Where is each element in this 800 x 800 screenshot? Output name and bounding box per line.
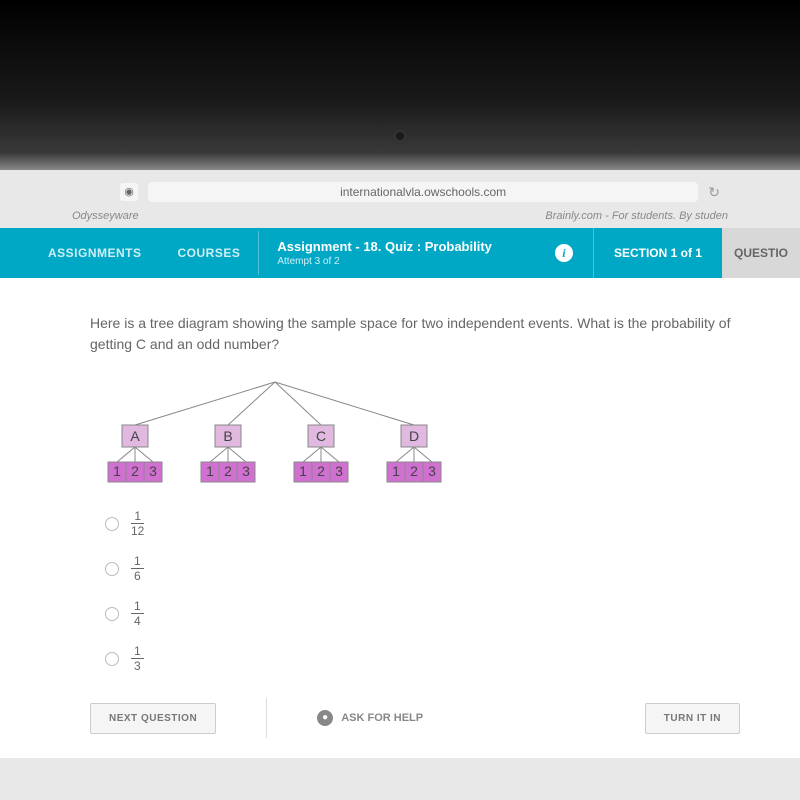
svg-text:B: B <box>223 428 232 444</box>
svg-text:A: A <box>130 428 140 444</box>
radio-icon[interactable] <box>105 652 119 666</box>
site-icon: ◉ <box>120 183 138 201</box>
svg-text:C: C <box>316 428 326 444</box>
divider <box>266 698 267 738</box>
assignment-title: Assignment - 18. Quiz : Probability <box>277 239 517 254</box>
option-4[interactable]: 13 <box>105 645 740 672</box>
question-text: Here is a tree diagram showing the sampl… <box>90 313 740 355</box>
fraction-label: 16 <box>131 555 144 582</box>
laptop-bezel <box>0 0 800 170</box>
camera-icon <box>394 130 406 142</box>
option-3[interactable]: 14 <box>105 600 740 627</box>
radio-icon[interactable] <box>105 517 119 531</box>
url-field[interactable]: internationalvla.owschools.com <box>148 182 698 202</box>
svg-text:1: 1 <box>392 463 400 479</box>
assignment-info: Assignment - 18. Quiz : Probability Atte… <box>258 231 535 275</box>
info-icon[interactable]: i <box>555 244 573 262</box>
nav-courses[interactable]: COURSES <box>160 246 259 260</box>
attempt-label: Attempt 3 of 2 <box>277 256 517 267</box>
browser-url-bar: ◉ internationalvla.owschools.com ↻ <box>0 178 800 206</box>
svg-text:3: 3 <box>242 463 250 479</box>
question-tab[interactable]: QUESTIO <box>722 228 800 278</box>
svg-text:2: 2 <box>410 463 418 479</box>
svg-text:1: 1 <box>299 463 307 479</box>
browser-tabs: Odysseyware Brainly.com - For students. … <box>0 206 800 228</box>
tab-odysseyware[interactable]: Odysseyware <box>60 206 533 228</box>
bottom-action-bar: NEXT QUESTION ● ASK FOR HELP TURN IT IN <box>0 698 800 738</box>
refresh-icon[interactable]: ↻ <box>708 184 720 201</box>
answer-options: 112 16 14 13 <box>105 510 740 672</box>
tree-node-b: B 1 2 3 <box>201 425 255 482</box>
tree-node-d: D 1 2 3 <box>387 425 441 482</box>
option-1[interactable]: 112 <box>105 510 740 537</box>
tree-diagram: A 1 2 3 B 1 2 3 C 1 2 3 <box>100 380 460 485</box>
radio-icon[interactable] <box>105 562 119 576</box>
question-content: Here is a tree diagram showing the sampl… <box>0 278 800 758</box>
radio-icon[interactable] <box>105 607 119 621</box>
section-indicator: SECTION 1 of 1 <box>593 228 722 278</box>
svg-text:1: 1 <box>113 463 121 479</box>
svg-text:2: 2 <box>131 463 139 479</box>
nav-assignments[interactable]: ASSIGNMENTS <box>30 246 160 260</box>
tree-node-a: A 1 2 3 <box>108 425 162 482</box>
svg-text:2: 2 <box>317 463 325 479</box>
screen-area: ◉ internationalvla.owschools.com ↻ Odyss… <box>0 170 800 800</box>
next-question-button[interactable]: NEXT QUESTION <box>90 703 216 734</box>
fraction-label: 14 <box>131 600 144 627</box>
ask-label: ASK FOR HELP <box>341 712 423 724</box>
svg-text:3: 3 <box>149 463 157 479</box>
tree-node-c: C 1 2 3 <box>294 425 348 482</box>
fraction-label: 13 <box>131 645 144 672</box>
svg-text:3: 3 <box>428 463 436 479</box>
svg-text:2: 2 <box>224 463 232 479</box>
svg-text:3: 3 <box>335 463 343 479</box>
turn-it-in-button[interactable]: TURN IT IN <box>645 703 740 734</box>
app-header: ASSIGNMENTS COURSES Assignment - 18. Qui… <box>0 228 800 278</box>
svg-text:1: 1 <box>206 463 214 479</box>
help-icon: ● <box>317 710 333 726</box>
tab-brainly[interactable]: Brainly.com - For students. By studen <box>533 206 740 228</box>
fraction-label: 112 <box>131 510 144 537</box>
svg-text:D: D <box>409 428 419 444</box>
ask-for-help-button[interactable]: ● ASK FOR HELP <box>317 710 423 726</box>
option-2[interactable]: 16 <box>105 555 740 582</box>
